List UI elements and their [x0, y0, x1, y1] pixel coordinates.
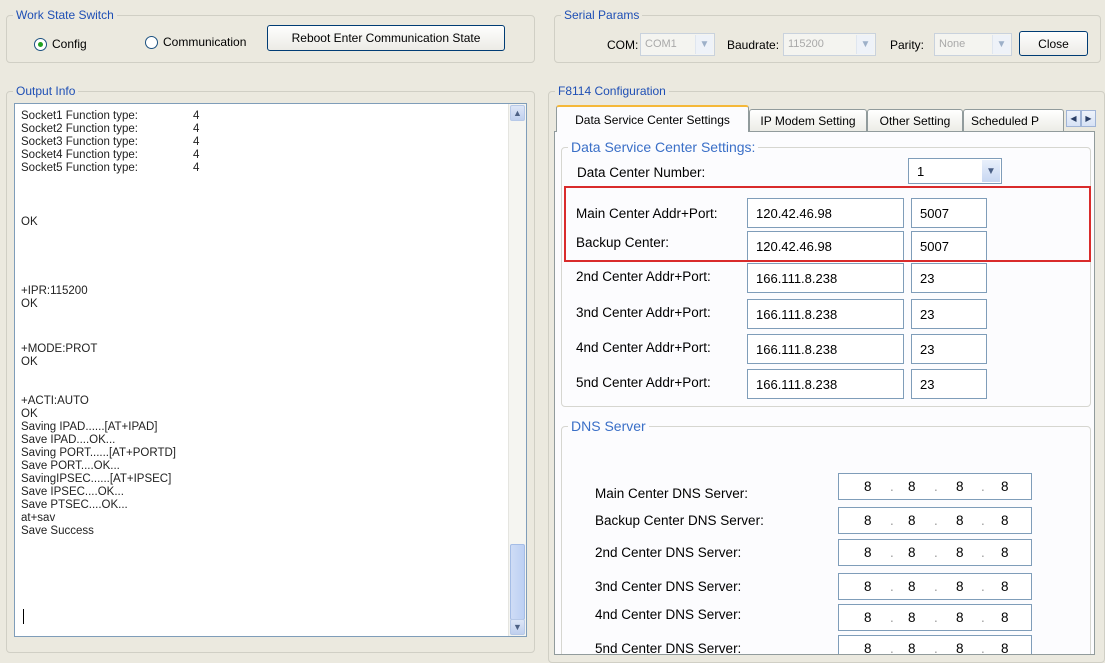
backup-dns-input[interactable]: 8. 8. 8. 8 [838, 507, 1032, 534]
main-center-port-input[interactable]: 5007 [911, 198, 987, 228]
dns-label: Main Center DNS Server: [595, 486, 749, 501]
output-line: SavingIPSEC......[AT+IPSEC] [21, 473, 172, 485]
dns3-input[interactable]: 8. 8. 8. 8 [838, 573, 1032, 600]
parity-select[interactable]: None ▼ [934, 33, 1012, 56]
output-line: OK [21, 356, 38, 368]
main-dns-input[interactable]: 8. 8. 8. 8 [838, 473, 1032, 500]
config-radio[interactable]: Config [34, 37, 87, 51]
center-label: Main Center Addr+Port: [576, 206, 718, 221]
com-select[interactable]: COM1 ▼ [640, 33, 715, 56]
center4-ip-input[interactable]: 166.111.8.238 [747, 334, 904, 364]
output-line: OK [21, 408, 38, 420]
tab-other-setting[interactable]: Other Setting [867, 109, 963, 131]
dns2-input[interactable]: 8. 8. 8. 8 [838, 539, 1032, 566]
baudrate-label: Baudrate: [727, 38, 780, 52]
center4-port-input[interactable]: 23 [911, 334, 987, 364]
parity-label: Parity: [890, 38, 925, 52]
backup-center-port-input[interactable]: 5007 [911, 231, 987, 261]
communication-radio[interactable]: Communication [145, 35, 246, 49]
center-label: 4nd Center Addr+Port: [576, 340, 711, 355]
chevron-down-icon: ▼ [992, 35, 1010, 54]
output-info-title: Output Info [13, 84, 79, 98]
data-service-panel: Data Service Center Settings: Data Cente… [554, 131, 1095, 655]
baudrate-value: 115200 [788, 38, 824, 50]
center-label: 3nd Center Addr+Port: [576, 305, 711, 320]
dns-label: 4nd Center DNS Server: [595, 607, 742, 622]
tab-scheduled[interactable]: Scheduled P [963, 109, 1064, 131]
chevron-down-icon: ▼ [856, 35, 874, 54]
baudrate-select[interactable]: 115200 ▼ [783, 33, 876, 56]
dns5-input[interactable]: 8. 8. 8. 8 [838, 635, 1032, 654]
dns4-input[interactable]: 8. 8. 8. 8 [838, 604, 1032, 631]
output-line: Save IPAD....OK... [21, 434, 116, 446]
text-cursor [23, 609, 24, 624]
output-line: Save PORT....OK... [21, 460, 120, 472]
reboot-button[interactable]: Reboot Enter Communication State [267, 25, 505, 51]
dns-server-title: DNS Server [568, 419, 649, 433]
center2-ip-input[interactable]: 166.111.8.238 [747, 263, 904, 293]
output-line: Socket2 Function type: 4 [21, 123, 200, 135]
dc-number-select[interactable]: 1 ▼ [908, 158, 1002, 184]
scroll-down-icon[interactable]: ▼ [510, 619, 525, 635]
tab-data-service-center[interactable]: Data Service Center Settings [556, 105, 749, 132]
output-line: at+sav [21, 512, 56, 524]
communication-radio-label: Communication [163, 35, 247, 49]
output-line: Socket4 Function type: 4 [21, 149, 200, 161]
dc-number-value: 1 [917, 163, 925, 179]
output-line: Save Success [21, 525, 94, 537]
output-line: +ACTI:AUTO [21, 395, 89, 407]
dns-label: 3nd Center DNS Server: [595, 579, 742, 594]
work-state-title: Work State Switch [13, 8, 117, 22]
center-label: Backup Center: [576, 235, 670, 250]
output-line: Socket5 Function type: 4 [21, 162, 200, 174]
center5-port-input[interactable]: 23 [911, 369, 987, 399]
dc-number-label: Data Center Number: [577, 165, 706, 180]
center-label: 5nd Center Addr+Port: [576, 375, 711, 390]
radio-unselected-icon [145, 35, 158, 49]
chevron-down-icon: ▼ [982, 160, 1000, 182]
tab-scroll-left-icon[interactable]: ◀ [1066, 110, 1081, 127]
scroll-up-icon[interactable]: ▲ [510, 105, 525, 121]
center5-ip-input[interactable]: 166.111.8.238 [747, 369, 904, 399]
tab-ip-modem[interactable]: IP Modem Setting [749, 109, 867, 131]
tab-scroll-right-icon[interactable]: ▶ [1081, 110, 1096, 127]
config-radio-label: Config [52, 37, 87, 51]
serial-params-title: Serial Params [561, 8, 643, 22]
backup-center-ip-input[interactable]: 120.42.46.98 [747, 231, 904, 261]
parity-value: None [939, 38, 966, 50]
output-line: Socket1 Function type: 4 [21, 110, 200, 122]
output-scrollbar[interactable]: ▲ ▼ [508, 104, 526, 636]
f8114-config-title: F8114 Configuration [555, 84, 669, 98]
output-line: Save PTSEC....OK... [21, 499, 128, 511]
dns-label: 5nd Center DNS Server: [595, 641, 742, 655]
dns-label: 2nd Center DNS Server: [595, 545, 742, 560]
output-line: OK [21, 216, 38, 228]
chevron-down-icon: ▼ [695, 35, 713, 54]
com-label: COM: [607, 38, 639, 52]
center-label: 2nd Center Addr+Port: [576, 269, 711, 284]
dns-label: Backup Center DNS Server: [595, 513, 764, 528]
center2-port-input[interactable]: 23 [911, 263, 987, 293]
com-value: COM1 [645, 38, 677, 50]
scroll-thumb[interactable] [510, 544, 525, 620]
output-textarea[interactable]: Socket1 Function type: 4 Socket2 Function… [14, 103, 527, 637]
output-line: +MODE:PROT [21, 343, 98, 355]
output-line: Saving IPAD......[AT+IPAD] [21, 421, 158, 433]
output-line: OK [21, 298, 38, 310]
output-line: Save IPSEC....OK... [21, 486, 124, 498]
close-button[interactable]: Close [1019, 31, 1088, 56]
radio-selected-icon [34, 37, 47, 51]
output-line: Socket3 Function type: 4 [21, 136, 200, 148]
main-center-ip-input[interactable]: 120.42.46.98 [747, 198, 904, 228]
center3-ip-input[interactable]: 166.111.8.238 [747, 299, 904, 329]
center3-port-input[interactable]: 23 [911, 299, 987, 329]
output-line: Saving PORT......[AT+PORTD] [21, 447, 176, 459]
output-line: +IPR:115200 [21, 285, 88, 297]
dsc-settings-title: Data Service Center Settings: [568, 140, 759, 154]
